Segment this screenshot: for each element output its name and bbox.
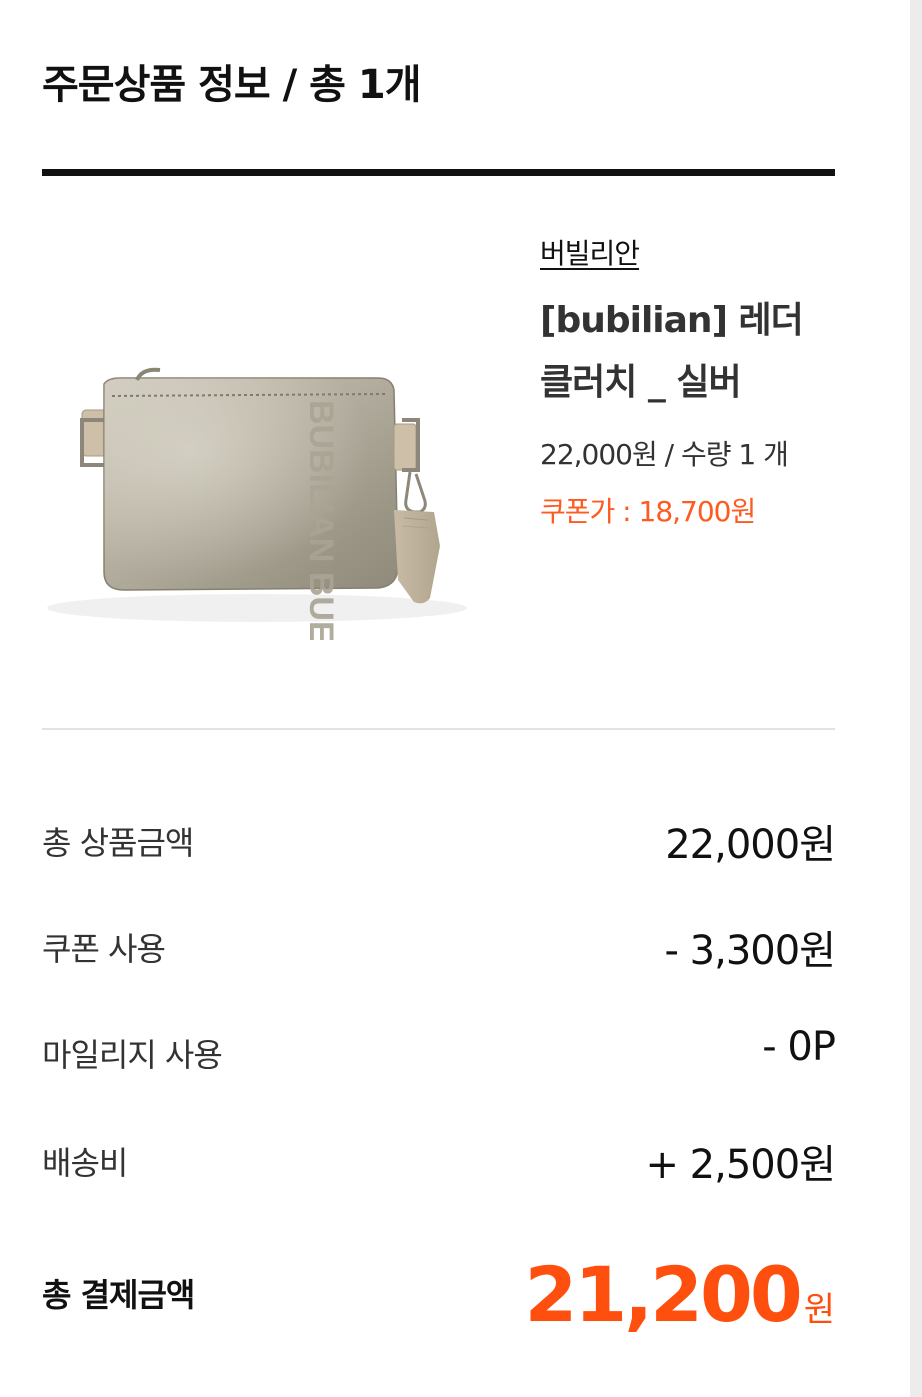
- product-info: 버빌리안 [bubilian] 레더 클러치 _ 실버 22,000원 / 수량…: [540, 232, 835, 530]
- summary-label: 총 상품금액: [42, 824, 194, 862]
- scrollbar-track[interactable]: [910, 0, 922, 1397]
- product-image[interactable]: BUBILIAN BUE: [42, 340, 502, 644]
- total-payment-amount: 21,200 원: [524, 1250, 835, 1339]
- summary-value: + 2,500원: [645, 1142, 836, 1188]
- summary-label: 배송비: [42, 1144, 128, 1182]
- product-name[interactable]: [bubilian] 레더 클러치 _ 실버: [540, 290, 835, 414]
- brand-link[interactable]: 버빌리안: [540, 232, 640, 272]
- section-title: 주문상품 정보 / 총 1개: [42, 62, 422, 108]
- summary-row-total-product: 총 상품금액 22,000원: [42, 808, 836, 868]
- summary-row-mileage: 마일리지 사용 - 0P: [42, 1020, 836, 1080]
- summary-row-shipping: 배송비 + 2,500원: [42, 1128, 836, 1188]
- product-price-quantity: 22,000원 / 수량 1 개: [540, 438, 789, 471]
- total-amount-number: 21,200: [524, 1250, 802, 1339]
- total-payment-label: 총 결제금액: [42, 1276, 195, 1314]
- summary-value: 22,000원: [665, 822, 836, 868]
- summary-value: - 3,300원: [664, 928, 836, 974]
- summary-label: 마일리지 사용: [42, 1036, 223, 1074]
- total-amount-unit: 원: [803, 1290, 835, 1330]
- summary-row-coupon: 쿠폰 사용 - 3,300원: [42, 914, 836, 974]
- total-payment-row: 총 결제금액 21,200 원: [42, 1250, 835, 1340]
- summary-value: - 0P: [762, 1024, 836, 1070]
- section-divider: [42, 728, 835, 730]
- embossed-logo-icon: BUBILIAN BUE: [302, 400, 340, 640]
- title-divider: [42, 169, 835, 176]
- summary-label: 쿠폰 사용: [42, 930, 166, 968]
- coupon-price: 쿠폰가 : 18,700원: [540, 495, 756, 528]
- silver-clutch-illustration: BUBILIAN BUE: [47, 367, 467, 644]
